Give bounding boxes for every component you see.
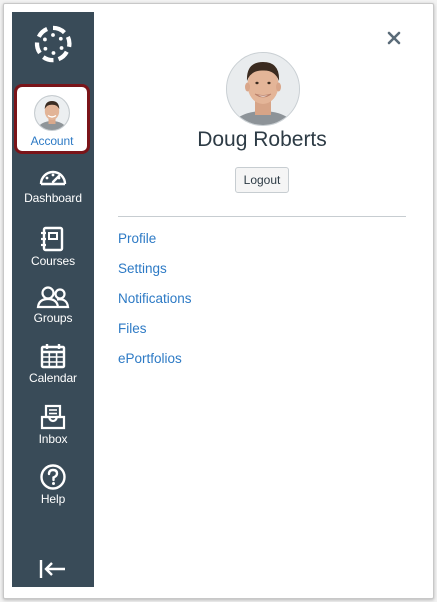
nav-item-groups[interactable]: Groups bbox=[12, 285, 94, 325]
nav-item-dashboard[interactable]: Dashboard bbox=[12, 165, 94, 205]
nav-item-account[interactable]: Account bbox=[14, 84, 90, 154]
nav-item-inbox[interactable]: Inbox bbox=[12, 404, 94, 446]
close-icon[interactable] bbox=[386, 30, 402, 46]
link-settings[interactable]: Settings bbox=[118, 260, 192, 290]
nav-item-help[interactable]: Help bbox=[12, 464, 94, 506]
groups-icon bbox=[36, 286, 70, 309]
canvas-logo-icon[interactable] bbox=[34, 25, 72, 63]
nav-label-calendar: Calendar bbox=[29, 371, 77, 385]
avatar bbox=[34, 95, 70, 131]
nav-label-help: Help bbox=[40, 492, 66, 506]
global-navigation: Account Dashboard Courses Groups Calenda… bbox=[12, 12, 94, 587]
nav-label-dashboard: Dashboard bbox=[24, 191, 82, 205]
nav-item-courses[interactable]: Courses bbox=[12, 226, 94, 268]
link-eportfolios[interactable]: ePortfolios bbox=[118, 350, 192, 380]
calendar-icon bbox=[40, 344, 66, 369]
nav-label-groups: Groups bbox=[33, 311, 73, 325]
divider bbox=[118, 216, 406, 217]
link-profile[interactable]: Profile bbox=[118, 230, 192, 260]
nav-label-courses: Courses bbox=[31, 254, 75, 268]
nav-label-inbox: Inbox bbox=[38, 432, 68, 446]
link-notifications[interactable]: Notifications bbox=[118, 290, 192, 320]
courses-icon bbox=[41, 226, 64, 252]
nav-label-account: Account bbox=[30, 134, 74, 148]
logout-button[interactable]: Logout bbox=[235, 167, 289, 193]
nav-item-calendar[interactable]: Calendar bbox=[12, 343, 94, 385]
user-avatar bbox=[226, 52, 300, 126]
inbox-icon bbox=[40, 404, 66, 430]
collapse-arrow-icon[interactable] bbox=[38, 558, 68, 580]
user-name: Doug Roberts bbox=[197, 128, 327, 151]
help-icon bbox=[40, 464, 66, 490]
dashboard-icon bbox=[39, 170, 67, 186]
link-files[interactable]: Files bbox=[118, 320, 192, 350]
account-links: Profile Settings Notifications Files ePo… bbox=[118, 230, 192, 380]
